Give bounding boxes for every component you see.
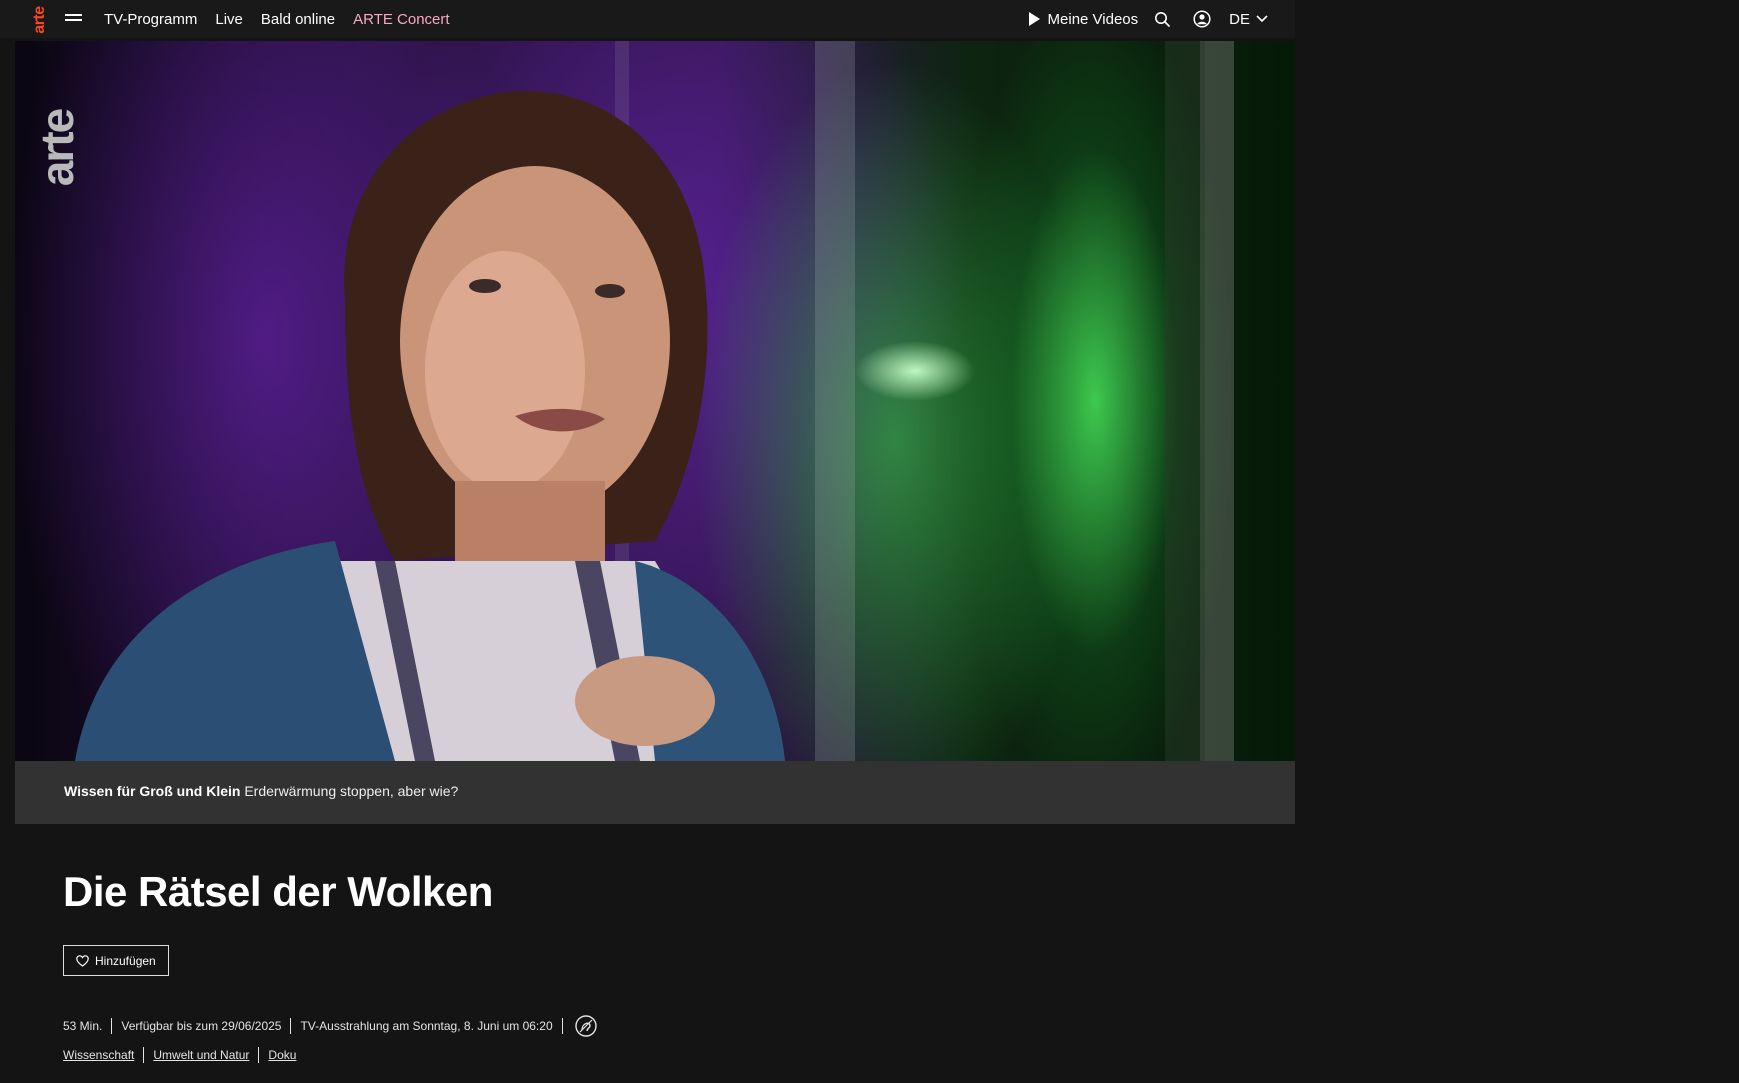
nav-tv-programm[interactable]: TV-Programm: [104, 11, 197, 28]
play-icon: [1028, 12, 1040, 26]
arte-logo[interactable]: arte: [33, 0, 47, 38]
top-navigation-bar: arte TV-Programm Live Bald online ARTE C…: [0, 0, 1295, 38]
divider: [290, 1018, 292, 1034]
language-label: DE: [1229, 10, 1250, 28]
nav-live[interactable]: Live: [215, 11, 243, 28]
tag-link[interactable]: Umwelt und Natur: [153, 1048, 249, 1062]
divider: [258, 1047, 260, 1063]
chevron-down-icon: [1256, 15, 1268, 23]
series-title: Wissen für Groß und Klein: [64, 783, 241, 799]
episode-caption-bar: Wissen für Groß und Klein Erderwärmung s…: [15, 761, 1295, 824]
search-icon[interactable]: [1154, 11, 1171, 28]
divider: [111, 1018, 113, 1034]
video-frame: [75, 41, 1234, 761]
header-actions: Meine Videos DE: [1028, 0, 1268, 38]
episode-title: Erderwärmung stoppen, aber wie?: [244, 783, 459, 799]
broadcast-info: TV-Ausstrahlung am Sonntag, 8. Juni um 0…: [300, 1019, 553, 1033]
divider: [561, 1018, 563, 1034]
add-to-list-button[interactable]: Hinzufügen: [63, 945, 169, 976]
heart-icon: [76, 954, 89, 967]
availability: Verfügbar bis zum 29/06/2025: [121, 1019, 282, 1033]
genre-tags: Wissenschaft Umwelt und Natur Doku: [63, 1047, 296, 1063]
main-nav: TV-Programm Live Bald online ARTE Concer…: [104, 0, 450, 38]
divider: [143, 1047, 145, 1063]
video-player[interactable]: arte: [15, 41, 1295, 761]
audio-description-icon: [574, 1015, 597, 1037]
tag-link[interactable]: Wissenschaft: [63, 1048, 134, 1062]
nav-bald-online[interactable]: Bald online: [261, 11, 335, 28]
duration: 53 Min.: [63, 1019, 103, 1033]
arte-watermark: arte: [31, 109, 83, 187]
nav-arte-concert[interactable]: ARTE Concert: [353, 11, 449, 28]
add-to-list-label: Hinzufügen: [95, 953, 156, 968]
my-videos-label: Meine Videos: [1047, 10, 1139, 28]
language-select[interactable]: DE: [1229, 11, 1268, 28]
page-title: Die Rätsel der Wolken: [63, 868, 493, 915]
tag-link[interactable]: Doku: [268, 1048, 296, 1062]
user-icon[interactable]: [1193, 10, 1211, 28]
program-meta: 53 Min. Verfügbar bis zum 29/06/2025 TV-…: [63, 1014, 598, 1038]
my-videos-button[interactable]: Meine Videos: [1028, 10, 1139, 28]
menu-icon[interactable]: [65, 14, 82, 24]
